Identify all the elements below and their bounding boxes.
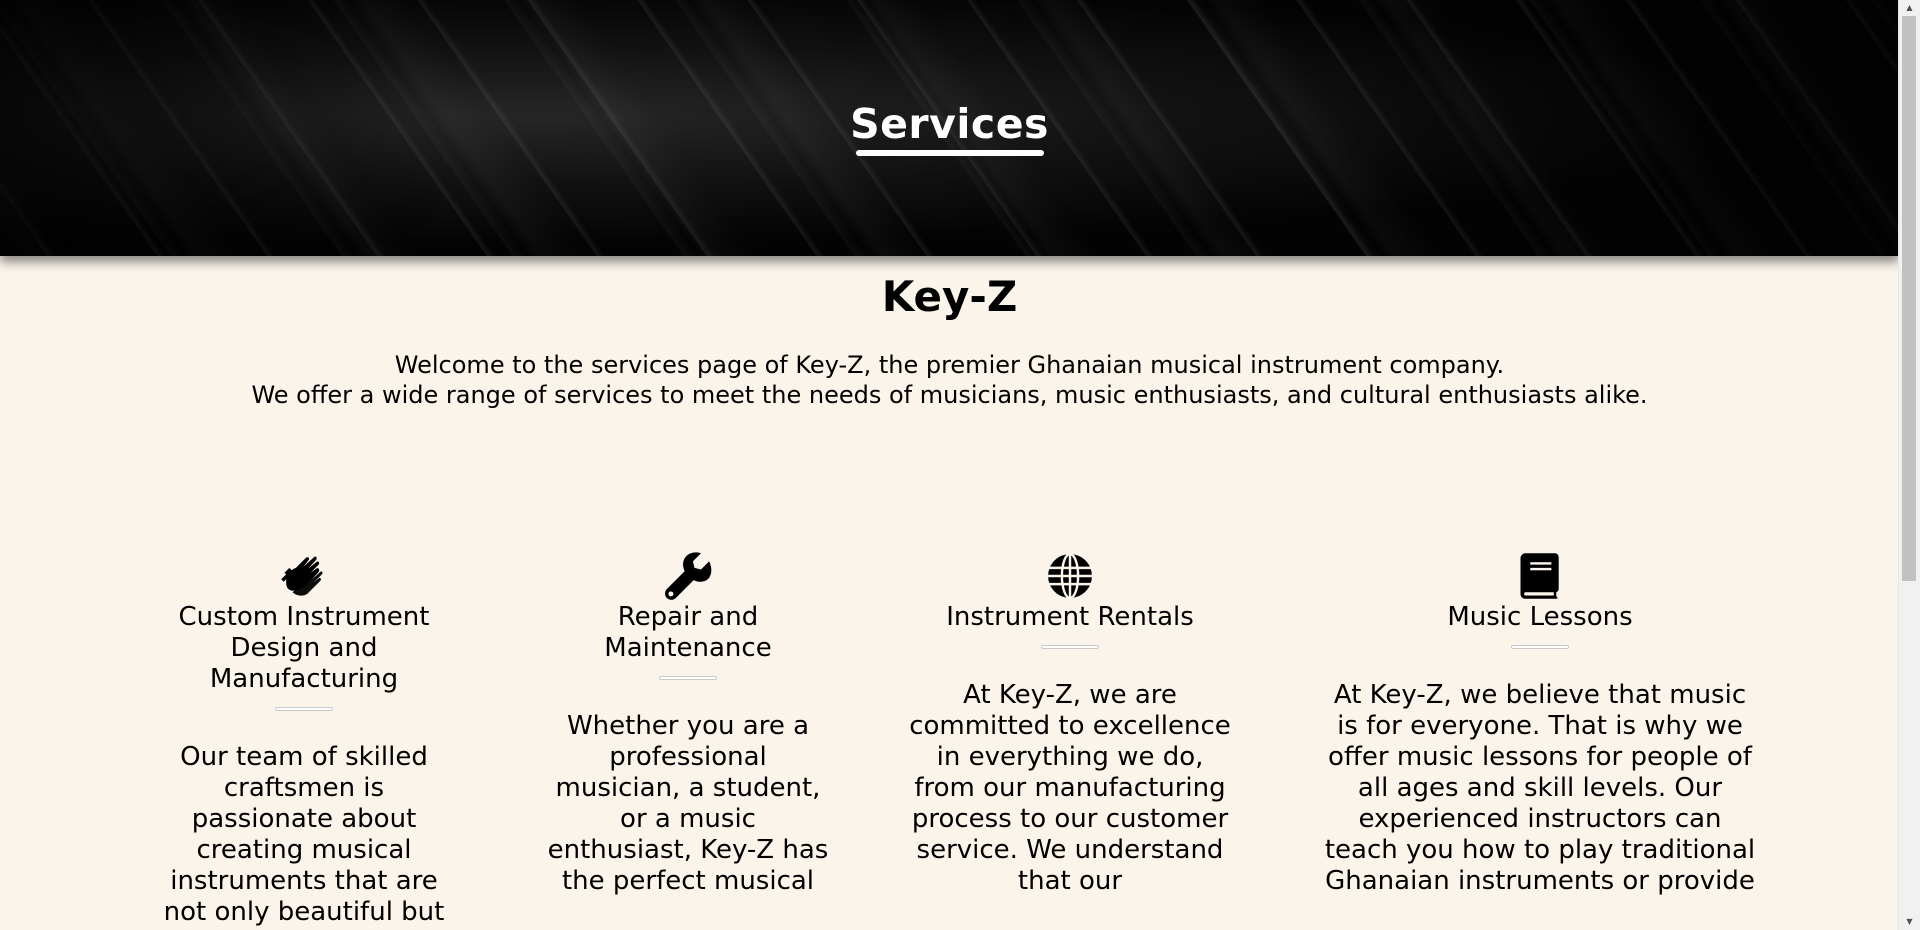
service-title: Instrument Rentals: [946, 602, 1194, 632]
title-underline: [856, 150, 1044, 156]
service-custom-design: Custom Instrument Design and Manufacturi…: [152, 550, 456, 928]
scroll-up-icon[interactable]: ▲: [1899, 0, 1920, 16]
service-rentals: Instrument Rentals At Key-Z, we are comm…: [905, 550, 1235, 897]
scrollbar-thumb[interactable]: [1902, 16, 1916, 581]
hands-icon: [281, 556, 323, 596]
intro-text: Welcome to the services page of Key-Z, t…: [0, 350, 1899, 410]
book-icon: [1520, 553, 1559, 599]
globe-icon: [1048, 552, 1092, 600]
service-title: Custom Instrument Design and Manufacturi…: [178, 602, 430, 694]
brand-heading: Key-Z: [881, 272, 1018, 321]
service-divider: [659, 676, 717, 680]
service-divider: [275, 707, 333, 711]
service-lessons: Music Lessons At Key-Z, we believe that …: [1320, 550, 1760, 897]
service-description: At Key-Z, we are committed to excellence…: [909, 680, 1231, 896]
intro-line-2: We offer a wide range of services to mee…: [251, 381, 1648, 409]
service-divider: [1041, 645, 1099, 649]
page-scrollbar[interactable]: ▲ ▼: [1898, 0, 1920, 930]
page-title: Services: [850, 100, 1049, 148]
service-repair: Repair and Maintenance Whether you are a…: [547, 550, 829, 897]
service-description: Our team of skilled craftsmen is passion…: [163, 742, 445, 927]
service-description: At Key-Z, we believe that music is for e…: [1324, 680, 1756, 896]
wrench-icon: [665, 552, 712, 600]
service-divider: [1511, 645, 1569, 649]
service-description: Whether you are a professional musician,…: [547, 711, 829, 896]
service-title: Music Lessons: [1447, 602, 1633, 632]
scroll-down-icon[interactable]: ▼: [1899, 914, 1920, 930]
hero-banner: Services: [0, 0, 1899, 256]
service-title: Repair and Maintenance: [604, 602, 772, 663]
intro-line-1: Welcome to the services page of Key-Z, t…: [394, 351, 1505, 379]
